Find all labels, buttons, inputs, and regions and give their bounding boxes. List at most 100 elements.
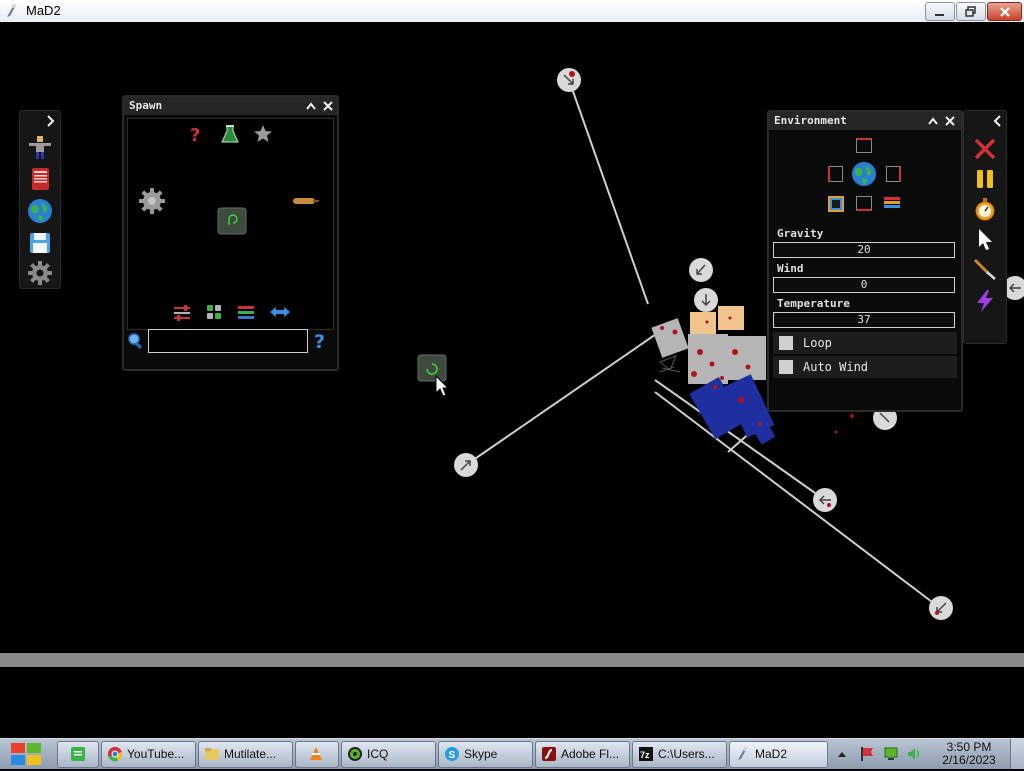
filter-options-button[interactable]	[172, 303, 192, 321]
clock-date: 2/16/2023	[942, 753, 996, 767]
game-canvas[interactable]: Spawn ? ? Environment Gravity 20 Wind 0 …	[0, 22, 1024, 738]
taskbar-item[interactable]: MaD2	[729, 741, 828, 768]
help-button[interactable]: ?	[314, 331, 332, 353]
restore-icon	[965, 6, 976, 17]
action-center-flag-icon[interactable]	[859, 746, 875, 762]
auto-wind-label: Auto Wind	[803, 360, 869, 374]
spawn-item-gear[interactable]	[138, 187, 166, 215]
minimize-icon	[935, 13, 944, 16]
globe-icon[interactable]	[850, 160, 878, 188]
grid-view-button[interactable]	[205, 303, 223, 321]
bottom-wall-toggle[interactable]	[856, 196, 872, 211]
knife-tool[interactable]	[970, 255, 1000, 283]
anchor-pin[interactable]	[557, 68, 581, 92]
layers-icon[interactable]	[883, 195, 901, 211]
star-icon	[254, 125, 272, 142]
environment-panel-title: Environment	[774, 114, 847, 127]
taskbar-item-label: C:\Users...	[658, 747, 715, 761]
taskbar-item[interactable]: Mutilate...	[198, 741, 293, 768]
minimize-button[interactable]	[925, 2, 955, 21]
spawn-search-input[interactable]	[148, 329, 308, 353]
taskbar: YouTube... Mutilate... ICQ S Skype Adobe…	[0, 738, 1024, 769]
boundary-selector	[824, 136, 904, 216]
taskbar-item[interactable]: S Skype	[438, 741, 533, 768]
flash-icon	[542, 747, 556, 761]
temperature-label: Temperature	[777, 297, 850, 310]
anchor-pin[interactable]	[813, 488, 837, 512]
auto-wind-checkbox-row[interactable]: Auto Wind	[773, 356, 957, 378]
gravity-field[interactable]: 20	[773, 242, 955, 258]
anchor-pin[interactable]	[689, 258, 713, 282]
close-spawn-button[interactable]	[320, 98, 336, 114]
network-icon[interactable]	[883, 746, 899, 762]
chevron-up-icon	[928, 117, 938, 125]
svg-text:7z: 7z	[640, 750, 650, 760]
close-icon	[945, 116, 955, 126]
green-box-icon	[217, 207, 247, 235]
category-chemistry[interactable]	[221, 123, 239, 145]
save-tool[interactable]	[26, 229, 54, 257]
delete-all-tool[interactable]	[970, 135, 1000, 163]
pointer-icon	[979, 229, 992, 250]
all-walls-toggle[interactable]	[828, 196, 844, 212]
spawn-item-roller[interactable]	[291, 193, 321, 207]
anchor-pin[interactable]	[929, 596, 953, 620]
environment-panel-header: Environment	[769, 112, 961, 130]
svg-text:?: ?	[190, 125, 200, 145]
spawn-item-green-box[interactable]	[217, 207, 247, 235]
green-app-icon	[71, 747, 85, 761]
close-button[interactable]	[987, 2, 1022, 21]
left-wall-toggle[interactable]	[828, 166, 843, 182]
right-wall-toggle[interactable]	[886, 166, 901, 182]
taskbar-item[interactable]: 7z C:\Users...	[632, 741, 727, 768]
anchor-pin[interactable]	[694, 288, 718, 312]
anchor-pin[interactable]	[454, 453, 478, 477]
top-wall-toggle[interactable]	[856, 138, 872, 153]
volume-icon[interactable]	[906, 746, 922, 762]
mad2-icon	[738, 747, 747, 760]
list-view-button[interactable]	[236, 303, 256, 321]
taskbar-item[interactable]	[295, 741, 339, 768]
start-button[interactable]	[8, 740, 44, 768]
collapse-environment-button[interactable]	[925, 113, 941, 129]
slow-motion-tool[interactable]	[970, 195, 1000, 223]
collapse-toolbar-button[interactable]	[990, 113, 1004, 129]
collapse-spawn-button[interactable]	[303, 98, 319, 114]
taskbar-item[interactable]: YouTube...	[101, 741, 196, 768]
swap-button[interactable]	[268, 303, 292, 321]
list-icon	[238, 306, 254, 319]
environment-tool[interactable]	[26, 197, 54, 225]
taskbar-item[interactable]: ICQ	[341, 741, 436, 768]
category-favorites[interactable]	[253, 123, 273, 145]
spawned-box[interactable]	[417, 354, 447, 382]
loop-checkbox-row[interactable]: Loop	[773, 332, 957, 354]
show-hidden-icons-icon[interactable]	[836, 748, 848, 760]
folder-icon	[205, 748, 219, 760]
category-unknown[interactable]: ?	[188, 123, 204, 146]
window-titlebar: MaD2	[0, 0, 1024, 23]
ragdoll-tool[interactable]	[26, 133, 54, 161]
book-icon	[32, 168, 49, 190]
pause-tool[interactable]	[970, 165, 1000, 193]
settings-tool[interactable]	[26, 259, 54, 287]
system-clock[interactable]: 3:50 PM 2/16/2023	[935, 741, 1003, 767]
spawn-panel-title: Spawn	[129, 99, 163, 112]
sliders-icon	[174, 305, 190, 321]
wind-field[interactable]: 0	[773, 277, 955, 293]
taskbar-item[interactable]: Adobe Fl...	[535, 741, 630, 768]
ragdoll-icon	[29, 136, 51, 159]
show-desktop-button[interactable]	[1010, 739, 1024, 769]
window-title: MaD2	[26, 3, 61, 18]
taskbar-item[interactable]	[57, 741, 99, 768]
loop-checkbox[interactable]	[779, 336, 793, 350]
lightning-tool[interactable]	[970, 287, 1000, 315]
close-environment-button[interactable]	[942, 113, 958, 129]
book-tool[interactable]	[26, 165, 54, 193]
auto-wind-checkbox[interactable]	[779, 360, 793, 374]
pointer-tool[interactable]	[970, 225, 1000, 253]
chrome-icon	[108, 747, 123, 762]
maximize-button[interactable]	[956, 2, 986, 21]
chevron-up-icon	[306, 102, 316, 110]
temperature-field[interactable]: 37	[773, 312, 955, 328]
expand-toolbar-button[interactable]	[42, 113, 58, 129]
